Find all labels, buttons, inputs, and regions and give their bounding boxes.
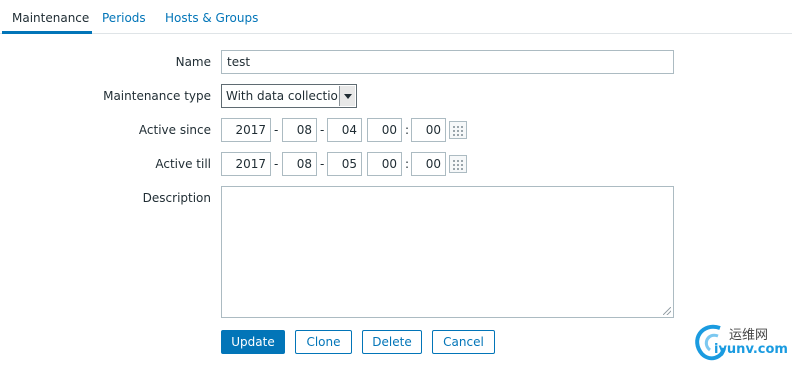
time-separator: : [405,157,410,171]
active-since-day[interactable]: 04 [327,118,362,142]
chevron-down-icon [339,86,355,106]
active-till-label: Active till [155,157,211,171]
update-button[interactable]: Update [221,330,285,354]
tab-periods[interactable]: Periods [102,0,146,34]
maintenance-type-label: Maintenance type [103,89,211,103]
date-separator: - [320,157,325,171]
active-since-minute[interactable]: 00 [411,118,446,142]
name-label: Name [175,55,211,69]
tab-bar: Maintenance Periods Hosts & Groups [0,0,792,34]
watermark-text-site: iyunv.com [714,342,788,357]
cancel-button[interactable]: Cancel [432,330,495,354]
tab-hosts-groups[interactable]: Hosts & Groups [165,0,258,34]
active-since-month[interactable]: 08 [282,118,317,142]
description-label: Description [142,191,211,205]
active-since-label: Active since [138,123,211,137]
description-textarea[interactable] [221,186,674,318]
maintenance-type-select[interactable]: With data collection [221,84,357,108]
name-field[interactable]: test [221,50,674,74]
clone-button[interactable]: Clone [295,330,352,354]
active-till-hour[interactable]: 00 [367,152,402,176]
active-till-minute[interactable]: 00 [411,152,446,176]
maintenance-form: Name test Maintenance type With data col… [0,34,792,368]
watermark-logo: 运维网 iyunv.com [690,318,790,364]
active-till-year[interactable]: 2017 [221,152,271,176]
maintenance-type-value: With data collection [226,89,346,103]
date-separator: - [274,123,279,137]
active-till-day[interactable]: 05 [327,152,362,176]
active-till-month[interactable]: 08 [282,152,317,176]
calendar-icon[interactable] [449,121,467,139]
delete-button[interactable]: Delete [362,330,422,354]
active-since-hour[interactable]: 00 [367,118,402,142]
watermark-swirl-icon [695,324,726,361]
resize-grip-icon[interactable] [663,307,671,315]
watermark-text-cn: 运维网 [729,328,769,343]
date-separator: - [274,157,279,171]
time-separator: : [405,123,410,137]
tab-maintenance[interactable]: Maintenance [2,0,92,34]
date-separator: - [320,123,325,137]
calendar-icon[interactable] [449,155,467,173]
active-since-year[interactable]: 2017 [221,118,271,142]
